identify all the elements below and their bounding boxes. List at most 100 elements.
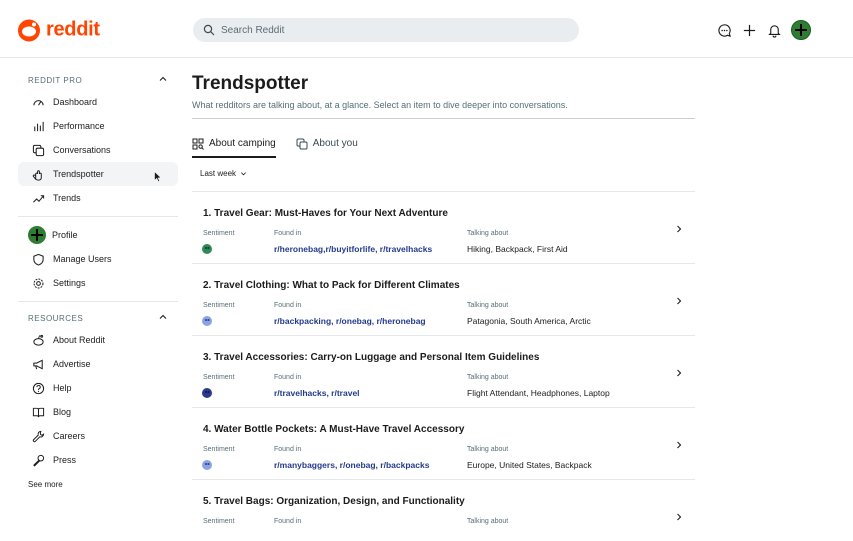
chevron-right-icon[interactable]	[675, 297, 683, 305]
trend-item[interactable]: 4. Water Bottle Pockets: A Must-Have Tra…	[192, 408, 695, 480]
main-content: Trendspotter What redditors are talking …	[192, 58, 695, 541]
sidebar-item-about-reddit[interactable]: About Reddit	[18, 328, 178, 352]
resources-section-header[interactable]: RESOURCES	[18, 308, 178, 328]
chevron-right-icon[interactable]	[675, 369, 683, 377]
shield-icon	[32, 253, 45, 266]
sidebar-item-label: About Reddit	[53, 335, 106, 345]
sidebar-item-blog[interactable]: Blog	[18, 400, 178, 424]
sentiment-label: Sentiment	[203, 374, 235, 381]
plus-icon[interactable]	[741, 22, 757, 38]
found-in-label: Found in	[274, 374, 302, 381]
book-icon	[32, 406, 45, 419]
trend-item[interactable]: 2. Travel Clothing: What to Pack for Dif…	[192, 264, 695, 336]
trend-title: 1. Travel Gear: Must-Haves for Your Next…	[203, 208, 448, 219]
sidebar: REDDIT PRO Dashboard Performance Convers…	[18, 58, 178, 489]
chevron-right-icon[interactable]	[675, 441, 683, 449]
found-in-label: Found in	[274, 230, 302, 237]
sidebar-item-label: Press	[53, 455, 77, 465]
tab-about-camping[interactable]: About camping	[192, 138, 276, 158]
tab-about-you[interactable]: About you	[296, 138, 358, 158]
found-in-subreddits[interactable]: r/backpacking, r/onebag, r/heronebag	[274, 316, 426, 326]
sidebar-item-press[interactable]: Press	[18, 448, 178, 472]
talking-about-topics: Patagonia, South America, Arctic	[467, 316, 591, 326]
chevron-up-icon[interactable]	[158, 71, 168, 89]
conversations-icon	[32, 144, 45, 157]
sidebar-item-help[interactable]: Help	[18, 376, 178, 400]
sentiment-label: Sentiment	[203, 518, 235, 525]
sidebar-item-settings[interactable]: Settings	[18, 271, 178, 295]
conversations-icon	[296, 138, 308, 150]
sentiment-label: Sentiment	[203, 302, 235, 309]
reddit-icon	[32, 334, 45, 347]
bell-icon[interactable]	[766, 22, 782, 38]
filter-label: Last week	[200, 169, 237, 178]
sidebar-item-label: Advertise	[53, 359, 91, 369]
sidebar-item-advertise[interactable]: Advertise	[18, 352, 178, 376]
reddit-logo[interactable]: reddit	[18, 19, 100, 42]
talking-about-label: Talking about	[467, 374, 509, 381]
sidebar-item-profile[interactable]: Profile	[18, 223, 178, 247]
sentiment-face-icon	[202, 460, 212, 470]
found-in-subreddits[interactable]: r/travelhacks, r/travel	[274, 388, 360, 398]
wrench-icon	[32, 430, 45, 443]
sidebar-item-label: Manage Users	[53, 254, 112, 264]
see-more-link[interactable]: See more	[18, 480, 178, 489]
search-icon	[203, 24, 215, 36]
found-in-subreddits[interactable]: r/heronebag,r/buyitforlife, r/travelhack…	[274, 244, 432, 254]
top-header: reddit	[0, 0, 853, 58]
found-in-subreddits[interactable]: r/manybaggers, r/onebag, r/backpacks	[274, 460, 429, 470]
header-actions	[716, 20, 811, 40]
sidebar-item-dashboard[interactable]: Dashboard	[18, 90, 178, 114]
sentiment-face-icon	[202, 244, 212, 254]
sidebar-item-performance[interactable]: Performance	[18, 114, 178, 138]
sidebar-item-conversations[interactable]: Conversations	[18, 138, 178, 162]
search-input[interactable]	[221, 24, 561, 36]
gauge-icon	[32, 96, 45, 109]
section-title: REDDIT PRO	[28, 75, 83, 85]
talking-about-label: Talking about	[467, 446, 509, 453]
sidebar-item-trends[interactable]: Trends	[18, 186, 178, 210]
chevron-down-icon	[241, 172, 247, 176]
chevron-right-icon[interactable]	[675, 513, 683, 521]
bar-chart-icon	[32, 120, 45, 133]
trend-title: 2. Travel Clothing: What to Pack for Dif…	[203, 280, 460, 291]
mic-icon	[32, 454, 45, 467]
talking-about-label: Talking about	[467, 302, 509, 309]
trend-item[interactable]: 5. Travel Bags: Organization, Design, an…	[192, 480, 695, 541]
hand-icon	[32, 168, 45, 181]
sidebar-item-label: Blog	[53, 407, 72, 417]
sidebar-item-label: Performance	[53, 121, 105, 131]
chevron-up-icon[interactable]	[158, 309, 168, 327]
sidebar-item-label: Settings	[53, 278, 86, 288]
sidebar-item-label: Conversations	[53, 145, 111, 155]
sidebar-item-manage-users[interactable]: Manage Users	[18, 247, 178, 271]
tab-label: About camping	[209, 138, 276, 149]
trend-title: 5. Travel Bags: Organization, Design, an…	[203, 496, 465, 507]
tabs: About camping About you	[192, 138, 695, 158]
trend-title: 4. Water Bottle Pockets: A Must-Have Tra…	[203, 424, 465, 435]
found-in-label: Found in	[274, 446, 302, 453]
logo-text: reddit	[46, 18, 100, 41]
sidebar-item-label: Profile	[52, 230, 78, 240]
time-filter-dropdown[interactable]: Last week	[200, 169, 247, 178]
trend-title: 3. Travel Accessories: Carry-on Luggage …	[203, 352, 540, 363]
divider	[18, 301, 178, 302]
chat-icon[interactable]	[716, 22, 732, 38]
section-title: RESOURCES	[28, 313, 84, 323]
mouse-cursor-icon	[154, 171, 162, 183]
sentiment-face-icon	[202, 388, 212, 398]
sidebar-item-careers[interactable]: Careers	[18, 424, 178, 448]
page-subtitle: What redditors are talking about, at a g…	[192, 100, 695, 119]
talking-about-label: Talking about	[467, 230, 509, 237]
sidebar-item-label: Trendspotter	[53, 169, 104, 179]
trend-item[interactable]: 3. Travel Accessories: Carry-on Luggage …	[192, 336, 695, 408]
sidebar-item-label: Trends	[53, 193, 81, 203]
search-bar[interactable]	[193, 18, 579, 42]
user-avatar[interactable]	[791, 20, 811, 40]
chevron-right-icon[interactable]	[675, 225, 683, 233]
divider	[18, 216, 178, 217]
trend-item[interactable]: 1. Travel Gear: Must-Haves for Your Next…	[192, 192, 695, 264]
reddit-pro-section-header[interactable]: REDDIT PRO	[18, 70, 178, 90]
tab-label: About you	[312, 138, 358, 149]
reddit-logo-icon	[18, 19, 40, 41]
